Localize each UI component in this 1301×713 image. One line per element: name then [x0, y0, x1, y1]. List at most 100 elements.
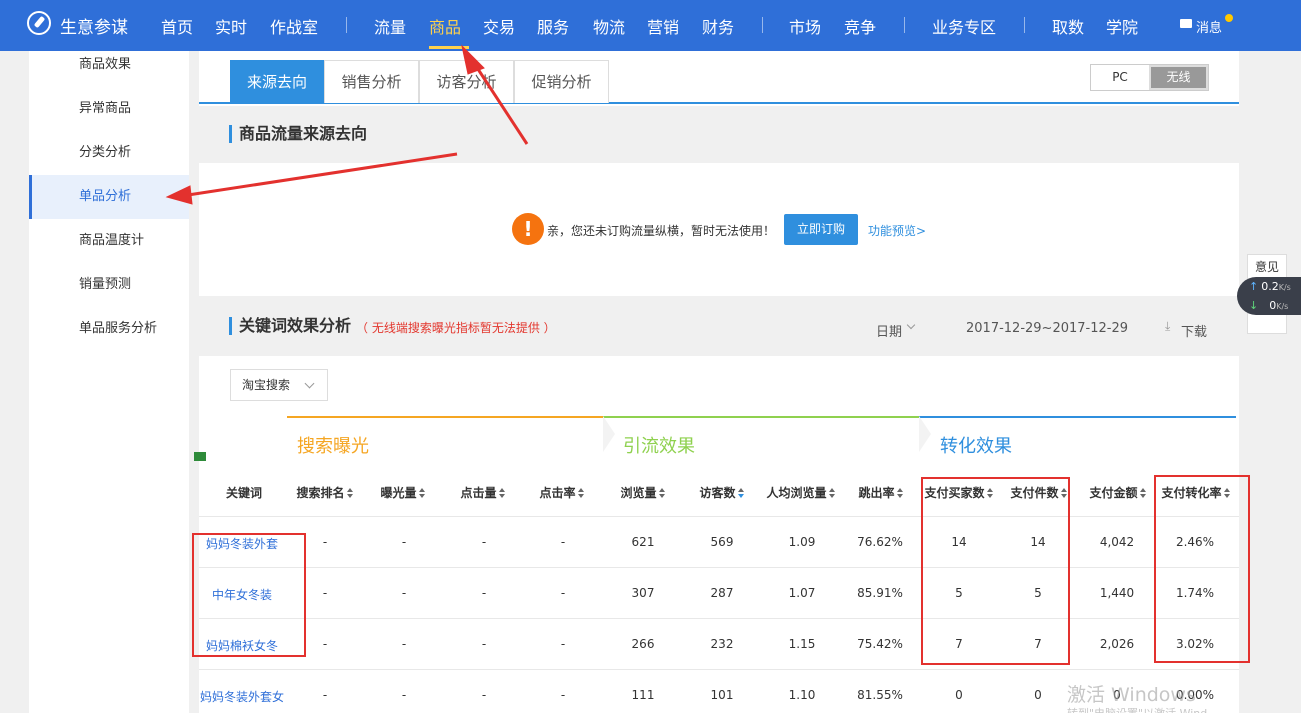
sidebar-item-abnormal-products[interactable]: 异常商品 [29, 87, 189, 131]
main-panel: 来源去向 销售分析 访客分析 促销分析 PC 无线 商品流量来源去向 ! 亲，您… [192, 51, 1250, 713]
sidebar-item-product-effect[interactable]: 商品效果 [29, 43, 189, 87]
column-header-clicks[interactable]: 点击量 [457, 484, 509, 501]
upload-speed: 0.2 [1261, 280, 1279, 293]
group-conversion-effect [919, 416, 1236, 516]
header-label: 支付转化率 [1161, 486, 1222, 500]
group-title-search-exposure: 搜索曝光 [297, 436, 369, 457]
nav-business-zone[interactable]: 业务专区 [932, 14, 996, 38]
column-header-bounce-rate[interactable]: 跳出率 [855, 484, 907, 501]
nav-home[interactable]: 首页 [161, 14, 193, 38]
sort-icon[interactable] [346, 488, 354, 498]
cell-conversion-rate: 2.46% [1175, 535, 1215, 549]
download-icon[interactable]: ⤓ [1165, 319, 1170, 334]
download-arrow-icon: ↓ [1249, 299, 1259, 312]
tab-bar: 来源去向 销售分析 访客分析 促销分析 PC 无线 [199, 51, 1239, 104]
sidebar-item-sales-forecast[interactable]: 销量预测 [29, 263, 189, 307]
sort-icon[interactable] [1223, 488, 1231, 498]
group-divider-arrow [919, 416, 931, 452]
row-divider [199, 669, 1239, 670]
download-button[interactable]: 下载 [1181, 321, 1207, 340]
search-source-select[interactable]: 淘宝搜索 [230, 369, 328, 401]
device-mobile-button[interactable]: 无线 [1149, 65, 1208, 90]
sort-icon[interactable] [828, 488, 836, 498]
column-header-paid-items[interactable]: 支付件数 [1008, 484, 1070, 501]
header-label: 曝光量 [380, 486, 417, 500]
nav-war-room[interactable]: 作战室 [270, 14, 318, 38]
traffic-section-title: 商品流量来源去向 [229, 125, 367, 143]
column-header-ctr[interactable]: 点击率 [536, 484, 588, 501]
download-speed-unit: K/s [1276, 302, 1289, 311]
sort-icon[interactable] [1139, 488, 1147, 498]
sort-icon[interactable] [577, 488, 585, 498]
header-label: 点击量 [460, 486, 497, 500]
nav-marketing[interactable]: 营销 [647, 14, 679, 38]
date-filter-label[interactable]: 日期 [876, 321, 902, 340]
column-header-conversion-rate[interactable]: 支付转化率 [1159, 484, 1233, 501]
row-divider [199, 516, 1239, 517]
sidebar-item-single-service-analysis[interactable]: 单品服务分析 [29, 307, 189, 351]
tab-sales-analysis[interactable]: 销售分析 [324, 60, 419, 103]
nav-finance[interactable]: 财务 [702, 14, 734, 38]
column-header-paid-amount[interactable]: 支付金额 [1087, 484, 1149, 501]
column-header-impressions[interactable]: 曝光量 [377, 484, 429, 501]
brand-name[interactable]: 生意参谋 [60, 13, 128, 38]
sort-icon[interactable] [986, 488, 994, 498]
tab-source-destination[interactable]: 来源去向 [230, 60, 324, 103]
column-header-keyword: 关键词 [225, 486, 262, 500]
sidebar-item-category-analysis[interactable]: 分类分析 [29, 131, 189, 175]
network-speed-widget: ↑ 0.2K/s ↓ 0K/s [1237, 277, 1301, 315]
header-label: 搜索排名 [296, 486, 345, 500]
brand-logo-icon[interactable] [27, 11, 51, 35]
messages-link[interactable]: 消息 [1196, 17, 1222, 36]
nav-trade[interactable]: 交易 [483, 14, 515, 38]
column-header-paying-buyers[interactable]: 支付买家数 [923, 484, 995, 501]
header-label: 人均浏览量 [766, 486, 827, 500]
header-label: 点击率 [539, 486, 576, 500]
column-header-search-rank[interactable]: 搜索排名 [293, 484, 357, 501]
nav-products[interactable]: 商品 [429, 14, 461, 38]
upload-speed-unit: K/s [1278, 283, 1291, 292]
nav-realtime[interactable]: 实时 [215, 14, 247, 38]
group-search-exposure [287, 416, 603, 516]
sort-icon[interactable] [1060, 488, 1068, 498]
green-marker [194, 452, 206, 461]
group-title-traffic-effect: 引流效果 [623, 436, 695, 457]
windows-activation-watermark: 激活 Windows [1067, 684, 1196, 706]
column-header-visitors[interactable]: 访客数 [696, 484, 748, 501]
sort-icon[interactable] [498, 488, 506, 498]
sort-desc-icon[interactable] [737, 488, 745, 498]
sort-icon[interactable] [658, 488, 666, 498]
envelope-icon[interactable] [1180, 19, 1192, 28]
sort-icon[interactable] [896, 488, 904, 498]
nav-competition[interactable]: 竞争 [844, 14, 876, 38]
tab-visitor-analysis[interactable]: 访客分析 [419, 60, 514, 103]
header-label: 支付金额 [1089, 486, 1138, 500]
column-header-page-views[interactable]: 浏览量 [617, 484, 669, 501]
nav-active-indicator [429, 46, 469, 49]
date-range-value[interactable]: 2017-12-29~2017-12-29 [966, 321, 1128, 336]
warning-icon: ! [512, 213, 544, 245]
nav-traffic[interactable]: 流量 [374, 14, 406, 38]
nav-market[interactable]: 市场 [789, 14, 821, 38]
top-nav-bar: 生意参谋 首页 实时 作战室 流量 商品 交易 服务 物流 营销 财务 市场 竞… [0, 0, 1301, 51]
nav-data-fetch[interactable]: 取数 [1052, 14, 1084, 38]
sidebar-item-product-thermometer[interactable]: 商品温度计 [29, 219, 189, 263]
nav-logistics[interactable]: 物流 [593, 14, 625, 38]
header-label: 支付件数 [1010, 486, 1059, 500]
feature-preview-link[interactable]: 功能预览> [868, 222, 926, 239]
row-divider [199, 618, 1239, 619]
column-header-avg-views[interactable]: 人均浏览量 [763, 484, 839, 501]
header-label: 访客数 [699, 486, 736, 500]
subscribe-button[interactable]: 立即订购 [784, 214, 858, 245]
nav-service[interactable]: 服务 [537, 14, 569, 38]
sidebar: 商品效果 异常商品 分类分析 单品分析 商品温度计 销量预测 单品服务分析 [29, 51, 189, 713]
device-toggle: PC 无线 [1090, 64, 1209, 91]
subscription-notice: 亲，您还未订购流量纵横，暂时无法使用！ [547, 224, 776, 238]
sort-icon[interactable] [418, 488, 426, 498]
device-pc-button[interactable]: PC [1091, 65, 1149, 90]
group-traffic-effect [603, 416, 919, 516]
tab-promotion-analysis[interactable]: 促销分析 [514, 60, 609, 103]
nav-academy[interactable]: 学院 [1106, 14, 1138, 38]
sidebar-item-single-product-analysis[interactable]: 单品分析 [29, 175, 189, 219]
group-divider-arrow [603, 416, 615, 452]
